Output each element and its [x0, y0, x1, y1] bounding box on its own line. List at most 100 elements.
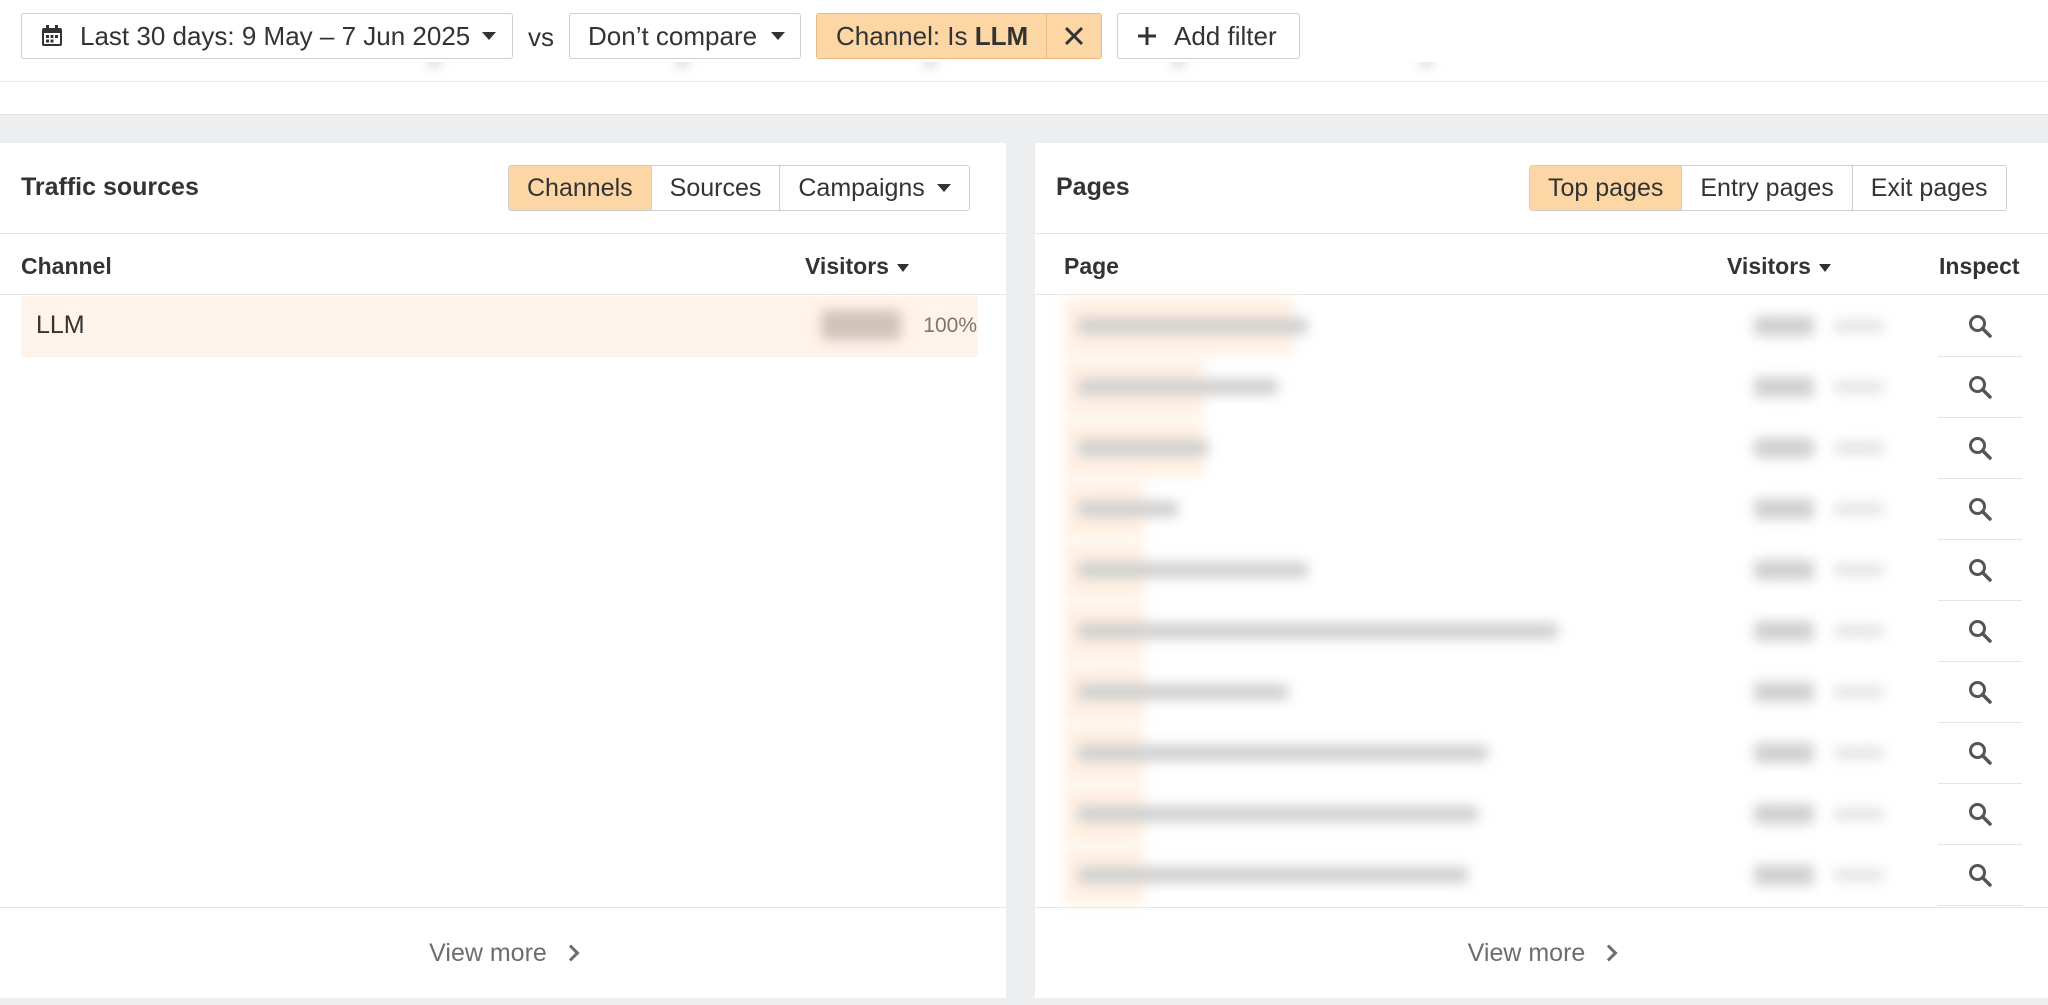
chevron-right-icon [562, 944, 580, 962]
table-header: Page Visitors Inspect [1035, 233, 2048, 295]
pages-footer: View more [1035, 907, 2048, 998]
visitor-percent-blurred [1834, 381, 1884, 393]
visitor-percent-blurred [1834, 320, 1884, 332]
tab-top-pages[interactable]: Top pages [1530, 166, 1682, 210]
visitor-percent-blurred [1834, 686, 1884, 698]
traffic-sources-footer: View more [0, 907, 1006, 998]
traffic-source-tabs: Channels Sources Campaigns [508, 165, 970, 211]
date-range-label: Last 30 days: 9 May – 7 Jun 2025 [80, 20, 471, 51]
page-path-blurred [1078, 501, 1178, 517]
remove-filter-button[interactable] [1046, 14, 1101, 58]
divider [0, 82, 2048, 115]
tab-channels[interactable]: Channels [509, 166, 651, 210]
chevron-down-icon [482, 32, 497, 40]
page-path-blurred [1078, 745, 1488, 761]
panel-title: Traffic sources [21, 173, 199, 201]
visitor-count-blurred [821, 310, 901, 340]
table-row[interactable] [1064, 662, 1914, 723]
search-icon [1969, 620, 1992, 643]
page-path-blurred [1078, 379, 1278, 395]
page-path-blurred [1078, 806, 1478, 822]
table-row[interactable] [1064, 479, 1914, 540]
compare-button[interactable]: Don’t compare [569, 13, 801, 59]
tab-exit-pages[interactable]: Exit pages [1851, 166, 2006, 210]
search-icon [1969, 559, 1992, 582]
visitor-count-blurred [1754, 682, 1814, 702]
table-row[interactable] [1064, 601, 1914, 662]
channel-filter-label[interactable]: Channel: Is LLM [817, 14, 1046, 58]
panel-title: Pages [1056, 173, 1130, 201]
table-row[interactable] [1064, 784, 1914, 845]
page-path-blurred [1078, 562, 1308, 578]
inspect-button[interactable] [1938, 540, 2022, 601]
column-header-channel: Channel [21, 253, 112, 279]
visitor-count-blurred [1754, 316, 1814, 336]
visitor-percent-blurred [1834, 808, 1884, 820]
visitor-count-blurred [1754, 865, 1814, 885]
table-row[interactable] [1064, 418, 1914, 479]
visitor-percent-blurred [1834, 503, 1884, 515]
inspect-button[interactable] [1938, 845, 2022, 906]
search-icon [1969, 681, 1992, 704]
view-more-link[interactable]: View more [429, 939, 580, 968]
visitor-percent-blurred [1834, 869, 1884, 881]
compare-label: Don’t compare [588, 20, 758, 51]
inspect-button[interactable] [1938, 418, 2022, 479]
view-more-link[interactable]: View more [1468, 939, 1618, 968]
traffic-sources-panel: Traffic sources Channels Sources Campaig… [0, 143, 1006, 998]
search-icon [1969, 437, 1992, 460]
visitor-percent-blurred [1834, 625, 1884, 637]
add-filter-button[interactable]: Add filter [1117, 13, 1300, 59]
chevron-down-icon [771, 32, 786, 40]
tab-sources[interactable]: Sources [650, 166, 780, 210]
column-header-visitors[interactable]: Visitors [805, 253, 909, 280]
inspect-button[interactable] [1938, 296, 2022, 357]
table-row[interactable] [1064, 296, 1914, 357]
page-path-blurred [1078, 318, 1308, 334]
visitor-percent-blurred [1834, 442, 1884, 454]
inspect-button[interactable] [1938, 601, 2022, 662]
search-icon [1969, 803, 1992, 826]
search-icon [1969, 498, 1992, 521]
column-header-visitors[interactable]: Visitors [1727, 253, 1831, 280]
page-path-blurred [1078, 623, 1558, 639]
column-header-page: Page [1064, 253, 1119, 279]
calendar-icon [42, 25, 62, 46]
page-path-blurred [1078, 867, 1468, 883]
inspect-button[interactable] [1938, 357, 2022, 418]
inspect-button[interactable] [1938, 784, 2022, 845]
table-row[interactable]: LLM 100% [21, 296, 978, 357]
tab-entry-pages[interactable]: Entry pages [1681, 166, 1852, 210]
add-filter-label: Add filter [1174, 20, 1277, 51]
chevron-down-icon [936, 184, 951, 192]
visitor-count-blurred [1754, 499, 1814, 519]
search-icon [1969, 376, 1992, 399]
channel-filter-chip[interactable]: Channel: Is LLM [816, 13, 1102, 59]
visitor-count-blurred [1754, 560, 1814, 580]
pages-panel: Pages Top pages Entry pages Exit pages P… [1035, 143, 2048, 998]
plus-icon [1138, 27, 1156, 45]
pages-tabs: Top pages Entry pages Exit pages [1529, 165, 2007, 211]
visitor-percent-blurred [1834, 747, 1884, 759]
date-range-button[interactable]: Last 30 days: 9 May – 7 Jun 2025 [21, 13, 513, 59]
visitor-count-blurred [1754, 377, 1814, 397]
page-path-blurred [1078, 440, 1208, 456]
channel-name: LLM [36, 311, 85, 339]
page-path-blurred [1078, 684, 1288, 700]
table-row[interactable] [1064, 845, 1914, 906]
tab-campaigns[interactable]: Campaigns [779, 166, 969, 210]
table-row[interactable] [1064, 357, 1914, 418]
visitor-count-blurred [1754, 743, 1814, 763]
visitor-percent: 100% [923, 314, 977, 337]
visitor-percent-blurred [1834, 564, 1884, 576]
filter-bar: Last 30 days: 9 May – 7 Jun 2025 vs Don’… [0, 0, 2048, 82]
chevron-right-icon [1600, 944, 1618, 962]
table-header: Channel Visitors [0, 233, 1006, 295]
table-row[interactable] [1064, 540, 1914, 601]
inspect-button[interactable] [1938, 723, 2022, 784]
vs-label: vs [528, 22, 554, 52]
inspect-button[interactable] [1938, 479, 2022, 540]
table-row[interactable] [1064, 723, 1914, 784]
search-icon [1969, 742, 1992, 765]
inspect-button[interactable] [1938, 662, 2022, 723]
